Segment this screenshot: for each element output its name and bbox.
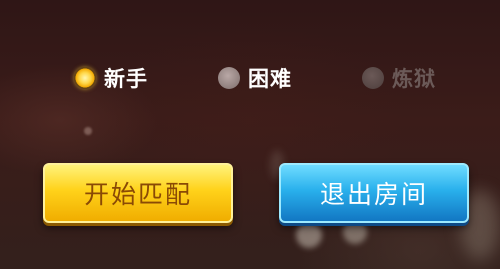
start-match-button[interactable]: 开始匹配 bbox=[43, 163, 233, 223]
difficulty-option-label: 新手 bbox=[104, 67, 148, 91]
background-light-spot bbox=[84, 127, 92, 135]
difficulty-selector: 新手 困难 炼狱 bbox=[0, 60, 500, 96]
difficulty-option-novice[interactable]: 新手 bbox=[74, 60, 148, 96]
difficulty-option-label: 困难 bbox=[248, 67, 292, 91]
difficulty-option-hard[interactable]: 困难 bbox=[218, 60, 292, 96]
exit-room-button[interactable]: 退出房间 bbox=[279, 163, 469, 223]
radio-unselected-icon[interactable] bbox=[218, 67, 240, 89]
match-panel: 新手 困难 炼狱 开始匹配 退出房间 bbox=[0, 0, 500, 269]
radio-selected-icon[interactable] bbox=[74, 67, 96, 89]
background-light-spot bbox=[296, 222, 322, 248]
difficulty-option-purgatory: 炼狱 bbox=[362, 60, 436, 96]
background-light-spot bbox=[343, 220, 367, 244]
radio-disabled-icon bbox=[362, 67, 384, 89]
difficulty-option-label: 炼狱 bbox=[392, 67, 436, 91]
